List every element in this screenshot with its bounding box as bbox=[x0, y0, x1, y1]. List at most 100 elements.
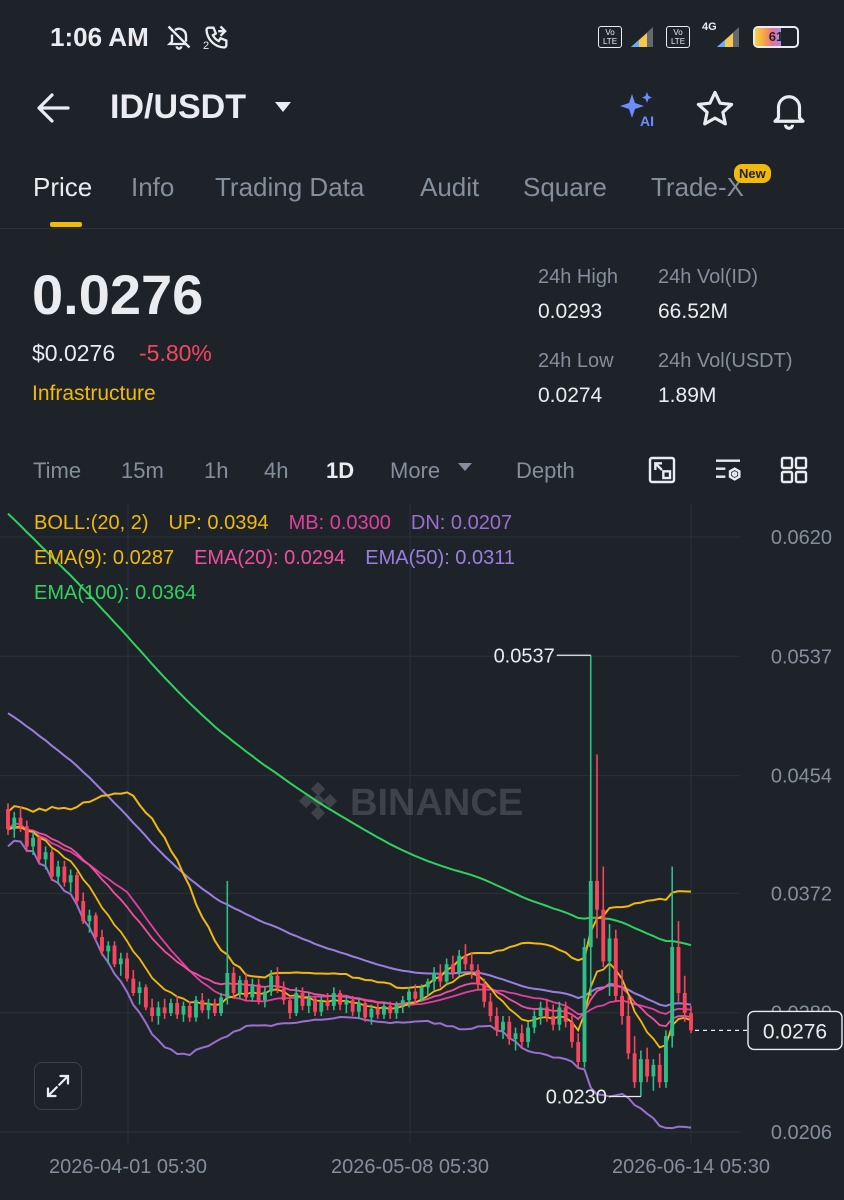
watermark-text: BINANCE bbox=[350, 782, 523, 824]
candle-body bbox=[12, 817, 17, 830]
candle-body bbox=[425, 981, 430, 988]
candle-body bbox=[588, 880, 593, 948]
candle-body bbox=[237, 980, 242, 994]
candle-body bbox=[37, 837, 42, 860]
candle-body bbox=[24, 826, 29, 847]
candle-body bbox=[56, 866, 61, 877]
call-count: 2 bbox=[203, 40, 210, 52]
candle-body bbox=[576, 1041, 581, 1063]
candle-body bbox=[118, 958, 123, 965]
vol-usdt-label: 24h Vol(USDT) bbox=[658, 350, 793, 372]
candle-body bbox=[532, 1016, 537, 1028]
tab-bar: Price Info Trading Data Audit Square Tra… bbox=[0, 160, 844, 228]
tab-audit[interactable]: Audit bbox=[420, 172, 479, 203]
interval-depth[interactable]: Depth bbox=[516, 458, 575, 484]
tab-price[interactable]: Price bbox=[33, 172, 92, 203]
candle-body bbox=[626, 1016, 631, 1054]
status-time: 1:06 AM bbox=[50, 22, 149, 52]
candle-body bbox=[137, 987, 142, 994]
boll-up-value: UP: 0.0394 bbox=[168, 512, 269, 534]
ema50-value: EMA(50): 0.0311 bbox=[365, 547, 515, 569]
candle-body bbox=[482, 984, 487, 1002]
back-arrow-icon[interactable] bbox=[34, 90, 74, 126]
candle-body bbox=[457, 955, 462, 973]
interval-1d[interactable]: 1D bbox=[326, 458, 354, 484]
candle-body bbox=[638, 1059, 643, 1083]
candle-body bbox=[162, 1007, 167, 1014]
candle-body bbox=[300, 993, 305, 1006]
indicator-settings-icon[interactable] bbox=[712, 454, 744, 486]
tab-trading-data[interactable]: Trading Data bbox=[215, 172, 364, 203]
interval-1h[interactable]: 1h bbox=[204, 458, 228, 484]
candle-body bbox=[262, 991, 267, 1001]
candle-body bbox=[106, 945, 111, 952]
candle-body bbox=[281, 988, 286, 1001]
candle-body bbox=[18, 817, 23, 827]
candle-body bbox=[400, 1000, 405, 1005]
y-axis-label: 0.0454 bbox=[771, 766, 832, 788]
ema100-value: EMA(100): 0.0364 bbox=[34, 582, 197, 604]
y-axis-label: 0.0372 bbox=[771, 883, 832, 905]
chart-svg[interactable]: BINANCE 0.06200.05370.04540.03720.02890.… bbox=[0, 504, 844, 1200]
active-tab-indicator bbox=[50, 222, 82, 227]
status-bar: 1:06 AM 2 Vo LTE Vo LTE 4G 61 bbox=[0, 0, 844, 76]
tab-trade-x[interactable]: Trade-X bbox=[651, 172, 744, 203]
star-icon[interactable] bbox=[694, 88, 736, 130]
candle-body bbox=[582, 947, 587, 1063]
ai-label: AI bbox=[640, 113, 654, 129]
tab-square[interactable]: Square bbox=[523, 172, 607, 203]
grid-layout-icon[interactable] bbox=[778, 454, 810, 486]
candle-body bbox=[570, 1021, 574, 1042]
expand-chart-button[interactable] bbox=[34, 1062, 82, 1110]
ai-sparkle-icon[interactable]: AI bbox=[618, 88, 660, 130]
y-axis-label: 0.0620 bbox=[771, 527, 832, 549]
candle-body bbox=[382, 1005, 386, 1015]
boll-row: BOLL:(20, 2) UP: 0.0394 MB: 0.0300 DN: 0.02… bbox=[34, 512, 532, 535]
candlestick-chart[interactable]: BINANCE 0.06200.05370.04540.03720.02890.… bbox=[0, 504, 844, 1200]
x-axis-label: 2026-06-14 05:30 bbox=[612, 1156, 770, 1178]
new-badge: New bbox=[734, 164, 771, 183]
vol-id-label: 24h Vol(ID) bbox=[658, 266, 759, 288]
candle-body bbox=[413, 991, 418, 999]
candle-body bbox=[350, 1000, 355, 1012]
candle-body bbox=[288, 1000, 292, 1014]
volte-badge-2: Vo LTE bbox=[665, 22, 691, 52]
signal-icon-1 bbox=[628, 22, 656, 52]
candle-body bbox=[689, 1013, 693, 1031]
candle-body bbox=[331, 993, 336, 1006]
chevron-down-icon[interactable] bbox=[273, 100, 293, 114]
high-value: 0.0293 bbox=[538, 300, 603, 323]
candle-body bbox=[494, 1016, 499, 1031]
category-tag[interactable]: Infrastructure bbox=[32, 382, 156, 406]
vol-id-value: 66.52M bbox=[658, 300, 729, 323]
candle-body bbox=[394, 1004, 399, 1014]
candle-body bbox=[476, 970, 480, 985]
candle-body bbox=[557, 1007, 562, 1025]
candle-body bbox=[156, 1007, 161, 1017]
candle-body bbox=[632, 1053, 637, 1083]
interval-time[interactable]: Time bbox=[33, 458, 81, 484]
more-caret-icon[interactable] bbox=[456, 460, 476, 474]
bell-icon[interactable] bbox=[768, 88, 810, 130]
fullscreen-exit-icon[interactable] bbox=[646, 454, 678, 486]
signal-icon-2 bbox=[714, 22, 742, 52]
candle-body bbox=[100, 936, 104, 952]
ema100-row: EMA(100): 0.0364 bbox=[34, 582, 216, 605]
interval-more[interactable]: More bbox=[390, 458, 440, 484]
candle-body bbox=[488, 1001, 493, 1017]
candle-body bbox=[187, 1005, 192, 1018]
candle-body bbox=[344, 1000, 349, 1005]
interval-4h[interactable]: 4h bbox=[264, 458, 288, 484]
candle-body bbox=[181, 1005, 186, 1015]
candle-body bbox=[294, 993, 299, 1014]
candle-body bbox=[657, 1064, 662, 1083]
candle-body bbox=[225, 972, 230, 998]
candle-body bbox=[682, 993, 687, 1014]
tab-info[interactable]: Info bbox=[131, 172, 174, 203]
candle-body bbox=[601, 909, 606, 962]
interval-15m[interactable]: 15m bbox=[121, 458, 164, 484]
pair-title[interactable]: ID/USDT bbox=[110, 88, 246, 127]
candle-body bbox=[363, 1003, 368, 1018]
candle-body bbox=[87, 915, 92, 922]
battery-level: 61 bbox=[768, 29, 784, 44]
